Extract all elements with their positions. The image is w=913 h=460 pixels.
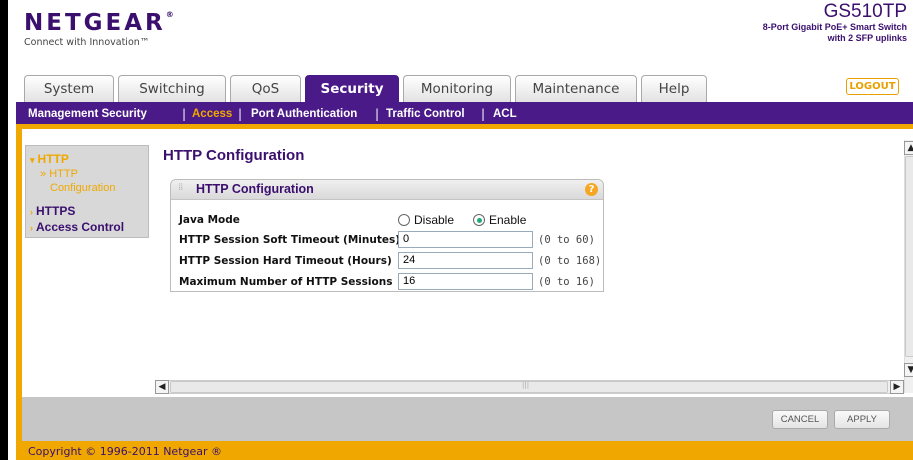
model-description-line: with 2 SFP uplinks xyxy=(827,33,907,43)
soft-timeout-range: (0 to 60) xyxy=(538,234,595,246)
panel-title: HTTP Configuration xyxy=(196,182,314,196)
sidebar-item-http[interactable]: ▾ HTTP xyxy=(30,152,69,166)
scroll-grip-icon: ||| xyxy=(522,381,530,389)
tab-help[interactable]: Help xyxy=(641,75,707,102)
vertical-scroll-thumb[interactable] xyxy=(905,156,913,357)
tab-monitoring[interactable]: Monitoring xyxy=(403,75,511,102)
sidebar-item-label: HTTPS xyxy=(36,204,76,218)
model-name: GS510TP xyxy=(823,1,907,22)
tab-system[interactable]: System xyxy=(24,75,114,102)
scroll-up-icon[interactable]: ▲ xyxy=(904,141,913,155)
scroll-left-icon[interactable]: ◀ xyxy=(155,380,169,394)
cancel-button[interactable]: CANCEL xyxy=(772,410,828,429)
java-mode-disable-radio[interactable] xyxy=(398,214,410,226)
sidebar: ▾ HTTP » HTTP Configuration › HTTPS › Acces… xyxy=(25,145,149,238)
drag-grip-icon: ⁞⁞ xyxy=(178,182,183,193)
http-configuration-panel: ⁞⁞ HTTP Configuration ? Java Mode Disabl… xyxy=(170,179,604,292)
tab-security[interactable]: Security xyxy=(305,75,399,102)
subnav-separator: | xyxy=(182,107,187,121)
sidebar-subitem-label: HTTP xyxy=(49,168,78,180)
hard-timeout-range: (0 to 168) xyxy=(538,255,602,267)
subnav-acl[interactable]: ACL xyxy=(493,108,517,120)
sidebar-subitem-http-configuration[interactable]: » HTTP Configuration xyxy=(40,168,115,194)
chevron-down-icon: ▾ xyxy=(30,155,35,165)
subnav-port-authentication[interactable]: Port Authentication xyxy=(251,108,357,120)
brand-block: NETGEAR® Connect with Innovation™ xyxy=(24,10,174,48)
hard-timeout-input[interactable]: 24 xyxy=(398,252,533,269)
page-title: HTTP Configuration xyxy=(163,147,305,164)
subnav-access[interactable]: Access xyxy=(192,108,232,120)
help-icon[interactable]: ? xyxy=(585,183,598,196)
tab-switching[interactable]: Switching xyxy=(118,75,226,102)
model-description: 8-Port Gigabit PoE+ Smart Switch with 2 … xyxy=(763,22,907,44)
max-sessions-range: (0 to 16) xyxy=(538,276,595,288)
sidebar-item-label: Access Control xyxy=(36,220,125,234)
java-mode-enable-radio[interactable] xyxy=(473,214,485,226)
java-mode-label: Java Mode xyxy=(179,214,240,226)
hard-timeout-label: HTTP Session Hard Timeout (Hours) xyxy=(179,255,392,267)
sub-navigation: Management Security | Access | Port Auth… xyxy=(16,102,913,129)
netgear-admin-window: NETGEAR® Connect with Innovation™ GS510T… xyxy=(8,0,913,460)
soft-timeout-label: HTTP Session Soft Timeout (Minutes) xyxy=(179,234,401,246)
tab-maintenance[interactable]: Maintenance xyxy=(515,75,637,102)
scroll-right-icon[interactable]: ▶ xyxy=(890,380,904,394)
sidebar-subitem-label: Configuration xyxy=(50,182,116,194)
chevron-right-icon: › xyxy=(30,207,33,217)
copyright-text: Copyright © 1996-2011 Netgear ® xyxy=(28,445,223,458)
subnav-management-security[interactable]: Management Security xyxy=(28,108,147,120)
max-sessions-input[interactable]: 16 xyxy=(398,273,533,290)
netgear-logo: NETGEAR® xyxy=(24,10,174,36)
java-mode-disable-label: Disable xyxy=(414,213,455,227)
sidebar-item-https[interactable]: › HTTPS xyxy=(30,204,75,218)
model-info: GS510TP 8-Port Gigabit PoE+ Smart Switch… xyxy=(763,2,907,44)
soft-timeout-input[interactable]: 0 xyxy=(398,231,533,248)
tagline: Connect with Innovation™ xyxy=(24,37,150,48)
apply-button[interactable]: APPLY xyxy=(834,410,890,429)
logout-button[interactable]: LOGOUT xyxy=(846,78,899,95)
subnav-separator: | xyxy=(481,107,486,121)
subnav-traffic-control[interactable]: Traffic Control xyxy=(386,108,465,120)
subnav-separator: | xyxy=(375,107,380,121)
sidebar-item-access-control[interactable]: › Access Control xyxy=(30,220,124,234)
scroll-down-icon[interactable]: ▼ xyxy=(904,363,913,377)
double-chevron-icon: » xyxy=(40,168,50,180)
panel-header: ⁞⁞ HTTP Configuration ? xyxy=(171,180,603,200)
tab-qos[interactable]: QoS xyxy=(230,75,301,102)
chevron-right-icon: › xyxy=(30,223,33,233)
model-description-line: 8-Port Gigabit PoE+ Smart Switch xyxy=(762,22,907,32)
max-sessions-label: Maximum Number of HTTP Sessions xyxy=(179,276,393,288)
subnav-separator: | xyxy=(238,107,243,121)
java-mode-enable-label: Enable xyxy=(489,213,527,227)
sidebar-item-label: HTTP xyxy=(37,152,69,166)
